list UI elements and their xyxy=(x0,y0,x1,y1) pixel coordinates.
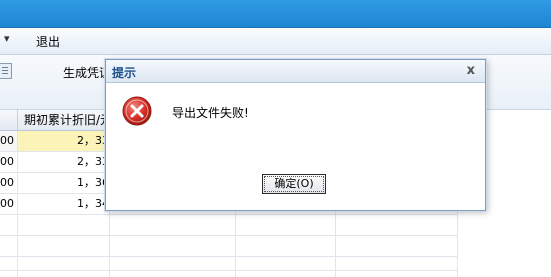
table-cell[interactable]: 2，33 xyxy=(18,131,110,151)
table-row[interactable] xyxy=(0,215,458,236)
table-cell[interactable] xyxy=(18,215,110,235)
table-cell[interactable] xyxy=(18,236,110,256)
table-cell[interactable]: 2，33 xyxy=(18,152,110,172)
table-cell[interactable]: 00 xyxy=(0,131,18,151)
table-cell[interactable] xyxy=(336,257,458,277)
table-cell[interactable] xyxy=(236,215,336,235)
table-cell[interactable] xyxy=(0,257,18,277)
table-cell[interactable] xyxy=(236,257,336,277)
generate-voucher-button[interactable]: 生成凭证 xyxy=(63,64,107,81)
table-cell[interactable]: 1，34 xyxy=(18,194,110,214)
table-cell[interactable]: 00 xyxy=(0,152,18,172)
dialog-message: 导出文件失败! xyxy=(172,106,249,120)
dialog-title: 提示 xyxy=(112,66,137,80)
table-cell[interactable] xyxy=(110,236,236,256)
table-cell[interactable]: 00 xyxy=(0,173,18,193)
table-cell[interactable] xyxy=(336,215,458,235)
menu-item-exit[interactable]: 退出 xyxy=(36,33,60,50)
table-cell[interactable] xyxy=(18,257,110,277)
menu-bar: ▾ 退出 xyxy=(0,28,551,55)
alert-dialog: 提示 x 导出文件失败! 确定(O) xyxy=(105,59,486,211)
menu-dropdown-arrow-icon[interactable]: ▾ xyxy=(4,32,10,45)
header-accumulated-depreciation[interactable]: 期初累计折旧/元 xyxy=(18,110,110,130)
app-title-bar xyxy=(0,0,551,28)
table-cell[interactable] xyxy=(336,236,458,256)
table-cell[interactable] xyxy=(0,236,18,256)
error-icon xyxy=(122,96,152,126)
table-row[interactable] xyxy=(0,236,458,257)
table-cell[interactable] xyxy=(110,215,236,235)
table-cell[interactable] xyxy=(110,257,236,277)
close-icon[interactable]: x xyxy=(467,63,475,78)
table-cell[interactable] xyxy=(236,236,336,256)
table-cell[interactable]: 1，36 xyxy=(18,173,110,193)
table-row[interactable] xyxy=(0,257,458,277)
table-cell[interactable]: 00 xyxy=(0,194,18,214)
dialog-title-bar[interactable]: 提示 x xyxy=(106,60,485,83)
list-icon[interactable] xyxy=(0,63,12,79)
ok-button[interactable]: 确定(O) xyxy=(262,174,326,194)
header-cell-blank xyxy=(0,110,18,130)
table-cell[interactable] xyxy=(0,215,18,235)
